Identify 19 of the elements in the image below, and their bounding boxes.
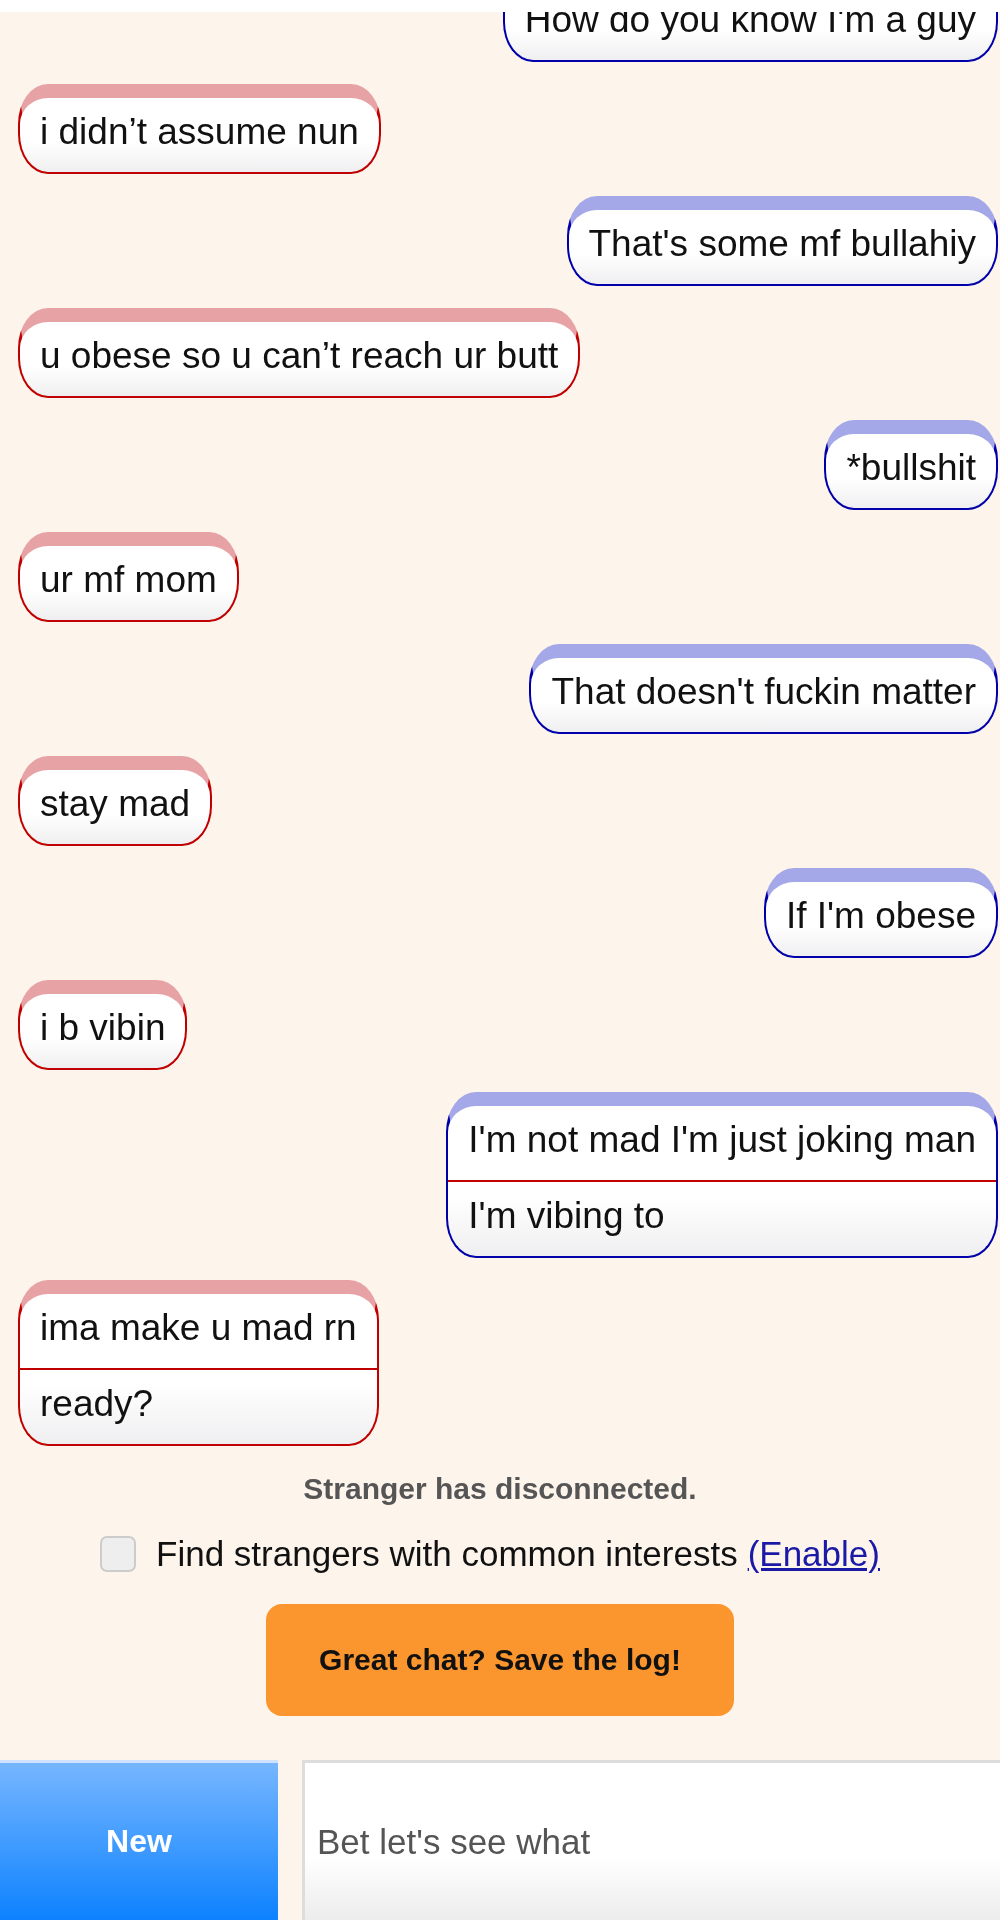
message-text: u obese so u can’t reach ur butt — [39, 334, 560, 378]
message-input[interactable]: Bet let's see what — [302, 1760, 1000, 1920]
message-text: i b vibin — [39, 1006, 167, 1050]
save-log-button[interactable]: Great chat? Save the log! — [266, 1604, 734, 1716]
message-text: That's some mf bullahiy — [587, 222, 977, 266]
message-text: If I'm obese — [784, 894, 977, 938]
message-text: ur mf mom — [39, 558, 218, 602]
enable-link[interactable]: (Enable) — [747, 1534, 880, 1574]
message-text: i didn’t assume nun — [39, 110, 360, 154]
message-text: ima make u mad rn — [39, 1306, 358, 1350]
interests-checkbox[interactable] — [100, 1536, 137, 1572]
interests-label: Find strangers with common interests — [156, 1534, 738, 1574]
status-message: Stranger has disconnected. — [302, 1472, 698, 1506]
message-text: I'm not mad I'm just joking man — [467, 1118, 977, 1162]
message-text: ready? — [20, 1368, 377, 1444]
message-text: stay mad — [39, 782, 192, 826]
message-text: I'm vibing to — [448, 1180, 996, 1256]
message-text: That doesn't fuckin matter — [550, 670, 977, 714]
message-text: *bullshit — [845, 446, 977, 490]
